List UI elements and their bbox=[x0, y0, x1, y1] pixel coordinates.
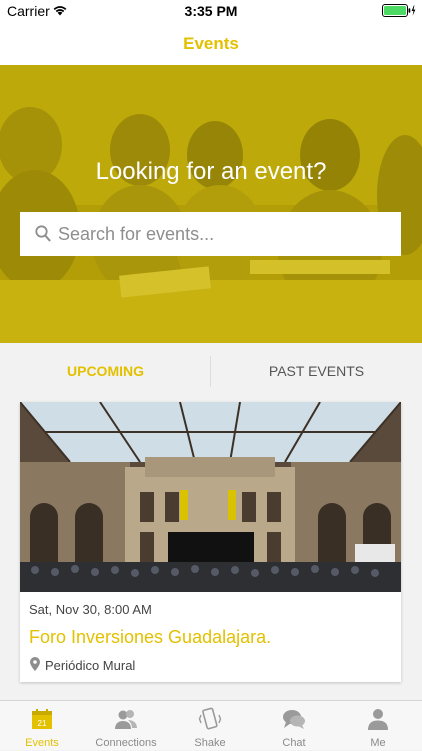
phone-shake-icon bbox=[198, 707, 222, 730]
people-icon bbox=[115, 710, 137, 729]
tab-bar-me[interactable]: Me bbox=[336, 701, 420, 751]
tab-bar-events[interactable]: 21 Events bbox=[0, 701, 84, 751]
event-card[interactable]: Sat, Nov 30, 8:00 AM Foro Inversiones Gu… bbox=[20, 402, 401, 682]
search-input[interactable] bbox=[58, 212, 388, 256]
search-icon bbox=[35, 225, 51, 242]
calendar-icon: 21 bbox=[32, 709, 52, 729]
hero-tint-overlay bbox=[0, 65, 422, 343]
page-title: Events bbox=[183, 34, 239, 53]
event-venue: Periódico Mural bbox=[45, 658, 136, 673]
battery-icon bbox=[382, 4, 416, 17]
event-photo bbox=[20, 402, 401, 592]
tab-bar-label-shake: Shake bbox=[194, 737, 226, 749]
hero-banner: Looking for an event? bbox=[0, 65, 422, 343]
status-bar: Carrier 3:35 PM bbox=[0, 0, 422, 22]
tab-bar-label-connections: Connections bbox=[95, 737, 157, 749]
location-pin-icon bbox=[30, 657, 40, 671]
tab-upcoming[interactable]: UPCOMING bbox=[0, 343, 211, 400]
status-time: 3:35 PM bbox=[184, 3, 238, 19]
tab-bar: 21 Events Connections Shake Chat Me bbox=[0, 700, 422, 750]
person-icon bbox=[368, 709, 388, 730]
chat-bubbles-icon bbox=[283, 710, 305, 729]
tab-bar-shake[interactable]: Shake bbox=[168, 701, 252, 751]
tab-bar-chat[interactable]: Chat bbox=[252, 701, 336, 751]
search-bar[interactable] bbox=[20, 212, 401, 256]
tab-bar-label-chat: Chat bbox=[282, 737, 306, 749]
tab-bar-label-events: Events bbox=[25, 737, 59, 749]
tab-bar-label-me: Me bbox=[370, 737, 386, 749]
hero-headline: Looking for an event? bbox=[95, 158, 327, 185]
event-filter-tabs: UPCOMING PAST EVENTS bbox=[0, 343, 422, 400]
tab-bar-connections[interactable]: Connections bbox=[84, 701, 168, 751]
event-date: Sat, Nov 30, 8:00 AM bbox=[29, 602, 152, 617]
event-title[interactable]: Foro Inversiones Guadalajara. bbox=[29, 627, 271, 648]
tab-past-events[interactable]: PAST EVENTS bbox=[211, 343, 422, 400]
nav-bar: Events bbox=[0, 22, 422, 65]
calendar-day-number: 21 bbox=[38, 719, 47, 728]
